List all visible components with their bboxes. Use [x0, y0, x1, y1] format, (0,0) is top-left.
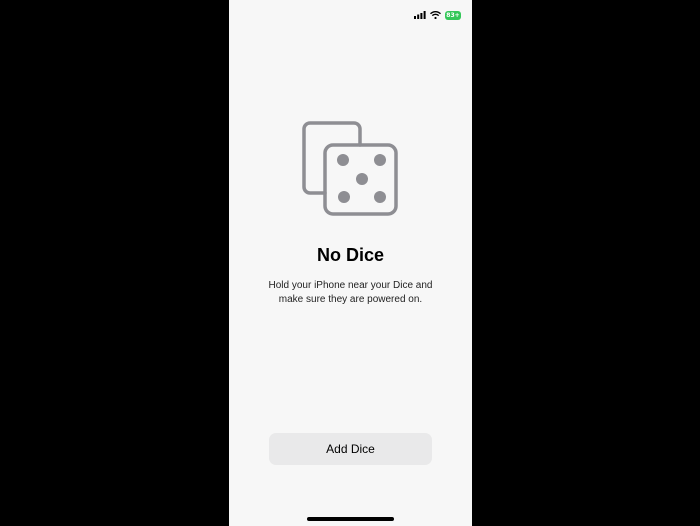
dice-icon: [302, 121, 398, 216]
empty-state-title: No Dice: [316, 245, 385, 265]
cellular-signal-icon: [414, 11, 426, 19]
battery-icon: 83+: [445, 10, 461, 20]
status-bar: 83+: [414, 8, 461, 22]
empty-state-message: Hold your iPhone near your Dice and make…: [268, 280, 433, 305]
app-screen: 83+ No Dice Hold your iPhone near your D…: [229, 0, 472, 526]
add-dice-button[interactable]: Add Dice: [269, 433, 432, 465]
home-indicator[interactable]: [307, 517, 394, 521]
wifi-icon: [430, 11, 441, 19]
battery-level: 83+: [446, 11, 460, 19]
